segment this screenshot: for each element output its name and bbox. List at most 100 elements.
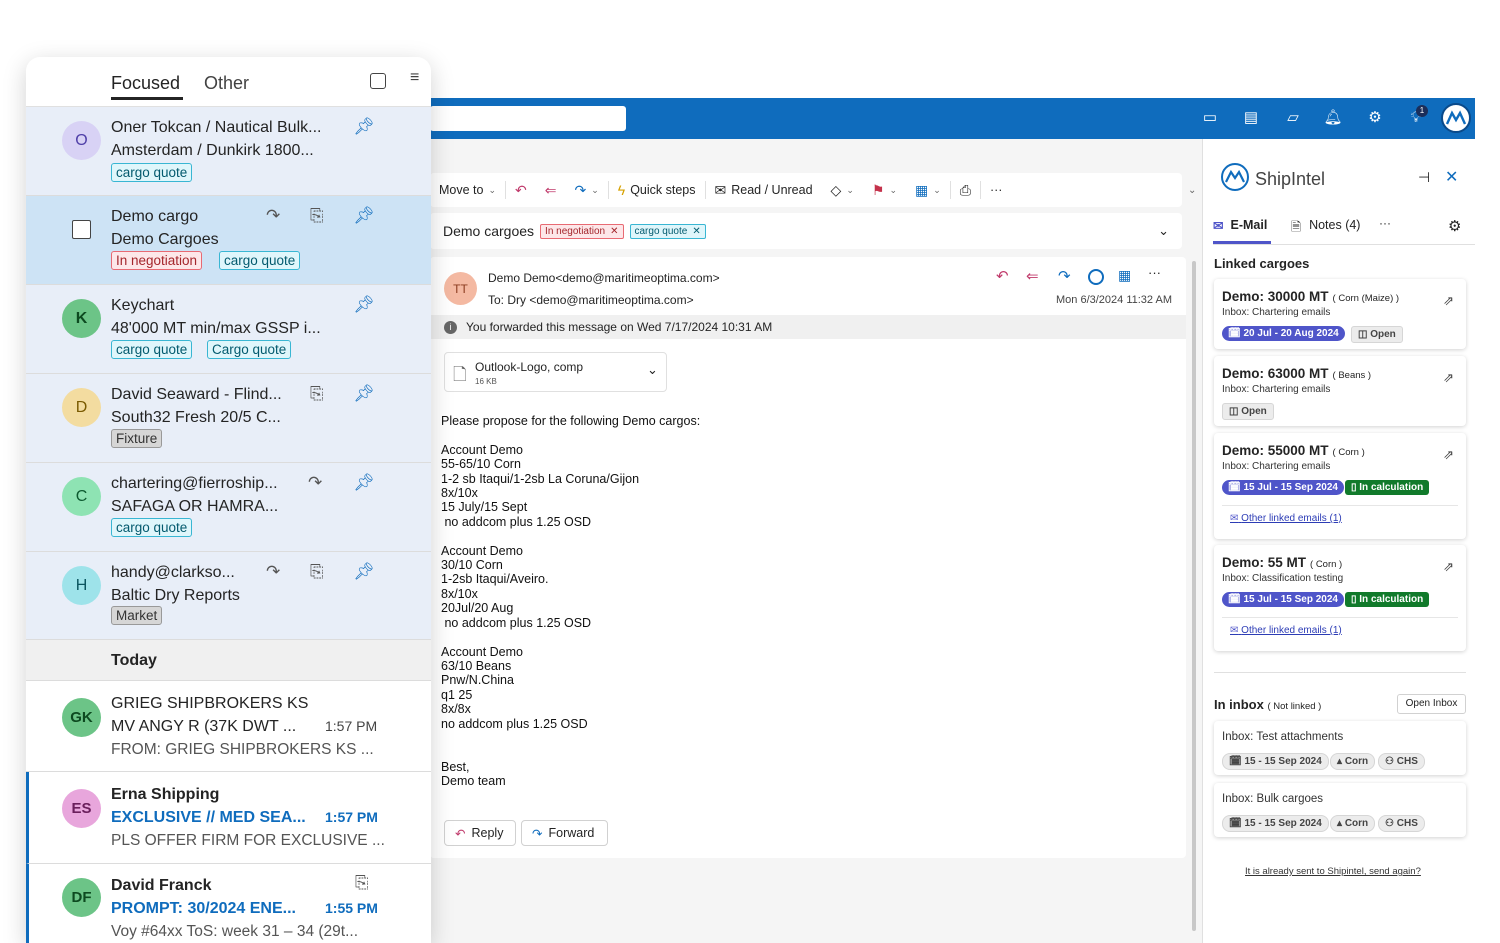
share-icon[interactable]: ⇗ — [1443, 293, 1454, 309]
attachment-name: Outlook-Logo, comp — [475, 360, 584, 374]
quick-steps-button[interactable]: ϟ Quick steps — [609, 182, 705, 198]
list-item[interactable]: O Oner Tokcan / Nautical Bulk... Amsterd… — [26, 107, 431, 196]
forward-icon[interactable]: ↷ — [1058, 267, 1071, 285]
scrollbar[interactable] — [1192, 261, 1196, 931]
reply-icon[interactable]: ↶ — [506, 182, 536, 199]
share-icon[interactable]: ⇗ — [1443, 370, 1454, 386]
more-tabs-button[interactable]: ··· — [1379, 216, 1391, 230]
pin-icon[interactable]: 📌︎ — [353, 473, 375, 493]
mail-icon: ✉ — [1230, 625, 1239, 636]
forward-button[interactable]: ↷ Forward — [521, 820, 608, 846]
tag-icon[interactable]: ◇ ⌄ — [822, 182, 863, 199]
more-actions-button[interactable]: ··· — [981, 183, 1012, 197]
pin-icon[interactable]: 📌︎ — [353, 206, 375, 226]
date-pill: 🗓︎ 20 Jul - 20 Aug 2024 — [1222, 326, 1345, 341]
tag-in-negotiation[interactable]: In negotiation — [111, 251, 203, 270]
word-icon[interactable]: ▤ — [1240, 107, 1262, 129]
linked-cargo-card[interactable]: Demo: 55 MT( Corn ) Inbox: Classificatio… — [1214, 545, 1466, 651]
move-to-button[interactable]: Move to ⌄ — [430, 183, 505, 197]
pin-icon[interactable]: 📌︎ — [353, 384, 375, 404]
linked-cargo-card[interactable]: Demo: 30000 MT( Corn (Maize) ) Inbox: Ch… — [1214, 279, 1466, 349]
list-item[interactable]: H handy@clarkso... Baltic Dry Reports Ma… — [26, 552, 431, 640]
list-item[interactable]: C chartering@fierroship... SAFAGA OR HAM… — [26, 463, 431, 552]
tag-in-negotiation[interactable]: In negotiation ✕ — [540, 223, 624, 239]
avatar: TT — [444, 272, 477, 305]
tag-cargo-quote[interactable]: cargo quote — [111, 163, 193, 182]
resend-link[interactable]: It is already sent to Shipintel, send ag… — [1245, 866, 1421, 877]
tab-notes[interactable]: 🗎︎ Notes (4) — [1291, 218, 1360, 239]
reply-all-icon[interactable]: ⇐ — [536, 182, 566, 199]
other-linked-emails-link[interactable]: ✉ Other linked emails (1) — [1230, 513, 1342, 524]
pin-icon[interactable]: 📌︎ — [353, 562, 375, 582]
search-input[interactable] — [430, 106, 626, 131]
apps-icon[interactable]: ▦ — [1118, 267, 1131, 284]
close-icon[interactable]: ✕ — [692, 226, 700, 237]
list-item[interactable]: Demo cargo Demo Cargoes In negotiation c… — [26, 196, 431, 285]
avatar[interactable] — [1441, 103, 1471, 133]
chevron-down-icon[interactable]: ⌄ — [1158, 223, 1169, 239]
open-inbox-button[interactable]: Open Inbox — [1397, 694, 1466, 714]
sender[interactable]: Demo Demo<demo@maritimeoptima.com> — [488, 271, 720, 285]
message-list: Focused Other ≡ O Oner Tokcan / Nautical… — [26, 57, 431, 943]
divider — [1213, 244, 1475, 245]
gear-icon[interactable]: ⚙ — [1448, 217, 1461, 235]
status-badge: ◫ Open — [1222, 403, 1274, 420]
panel-title: ShipIntel — [1255, 169, 1326, 189]
select-icon[interactable] — [370, 73, 386, 89]
linked-cargo-card[interactable]: Demo: 55000 MT( Corn ) Inbox: Chartering… — [1214, 433, 1466, 539]
list-item[interactable]: K Keychart 48'000 MT min/max GSSP i... c… — [26, 285, 431, 374]
reply-all-icon[interactable]: ⇐ — [1026, 267, 1039, 285]
note-icon[interactable]: ▱ — [1282, 107, 1304, 129]
unlinked-cargo-card[interactable]: Inbox: Test attachments 🗓︎ 15 - 15 Sep 2… — [1214, 721, 1466, 775]
reply-icon: ↶ — [455, 826, 466, 841]
pin-icon[interactable]: ⊣ — [1418, 169, 1430, 186]
tag-cargo-quote[interactable]: cargo quote ✕ — [629, 223, 706, 239]
read-unread-button[interactable]: ✉ Read / Unread — [706, 182, 822, 199]
unlinked-cargo-card[interactable]: Inbox: Bulk cargoes 🗓︎ 15 - 15 Sep 2024 … — [1214, 783, 1466, 837]
list-item[interactable]: D David Seaward - Flind... South32 Fresh… — [26, 374, 431, 463]
linked-heading: Linked cargoes — [1214, 256, 1310, 271]
attachment[interactable]: 🗋︎ Outlook-Logo, comp 16 KB ⌄ — [444, 352, 667, 392]
pin-icon[interactable]: 📌︎ — [353, 295, 375, 315]
flag-icon[interactable]: ⚑ ⌄ — [863, 182, 906, 199]
reply-button[interactable]: ↶ Reply — [444, 820, 516, 846]
select-checkbox[interactable] — [72, 220, 91, 239]
info-icon: i — [444, 320, 457, 334]
share-icon[interactable]: ⇗ — [1443, 447, 1454, 463]
gear-icon[interactable]: ⚙ — [1364, 107, 1386, 129]
list-item[interactable]: GK GRIEG SHIPBROKERS KS MV ANGY R (37K D… — [26, 681, 431, 772]
email-body: Please propose for the following Demo ca… — [441, 414, 701, 789]
reply-icon[interactable]: ↶ — [996, 267, 1009, 285]
close-icon[interactable]: ✕ — [610, 226, 618, 237]
pin-icon[interactable]: 📌︎ — [353, 117, 375, 137]
forward-icon[interactable]: ↷ ⌄ — [565, 182, 607, 199]
filter-icon[interactable]: ≡ — [410, 69, 419, 87]
tag-market[interactable]: Market — [111, 606, 163, 625]
forward-icon: ↷ — [532, 826, 543, 841]
tag-cargo-quote[interactable]: cargo quote — [111, 518, 193, 537]
rules-icon[interactable]: ▦ ⌄ — [906, 182, 950, 199]
tag-cargo-quote[interactable]: cargo quote — [111, 340, 193, 359]
chevron-down-icon[interactable]: ⌄ — [647, 362, 658, 378]
list-item[interactable]: ES Erna Shipping EXCLUSIVE // MED SEA...… — [26, 772, 431, 864]
message-time: 1:57 PM — [325, 809, 378, 825]
avatar: H — [62, 566, 101, 605]
tag-cargo-quote[interactable]: cargo quote — [219, 251, 301, 270]
chevron-down-icon[interactable]: ⌄ — [1188, 185, 1196, 196]
tab-other[interactable]: Other — [204, 73, 249, 94]
tab-email[interactable]: ✉ E-Mail — [1213, 218, 1267, 233]
more-icon[interactable]: ··· — [1148, 265, 1161, 280]
linked-cargo-card[interactable]: Demo: 63000 MT( Beans ) Inbox: Charterin… — [1214, 356, 1466, 426]
tab-focused[interactable]: Focused — [111, 73, 180, 94]
close-icon[interactable]: ✕ — [1445, 167, 1458, 187]
print-icon[interactable]: ⎙ — [951, 182, 980, 199]
tag-cargo-quote[interactable]: Cargo quote — [207, 340, 292, 359]
bell-icon[interactable]: 🔔︎ — [1322, 107, 1344, 129]
share-icon[interactable]: ⇗ — [1443, 559, 1454, 575]
other-linked-emails-link[interactable]: ✉ Other linked emails (1) — [1230, 625, 1342, 636]
tag-fixture[interactable]: Fixture — [111, 429, 163, 448]
list-item[interactable]: DF David Franck PROMPT: 30/2024 ENE... 1… — [26, 864, 431, 943]
shipintel-icon[interactable] — [1088, 269, 1104, 285]
avatar: C — [62, 477, 101, 516]
chat-icon[interactable]: ▭ — [1199, 107, 1221, 129]
